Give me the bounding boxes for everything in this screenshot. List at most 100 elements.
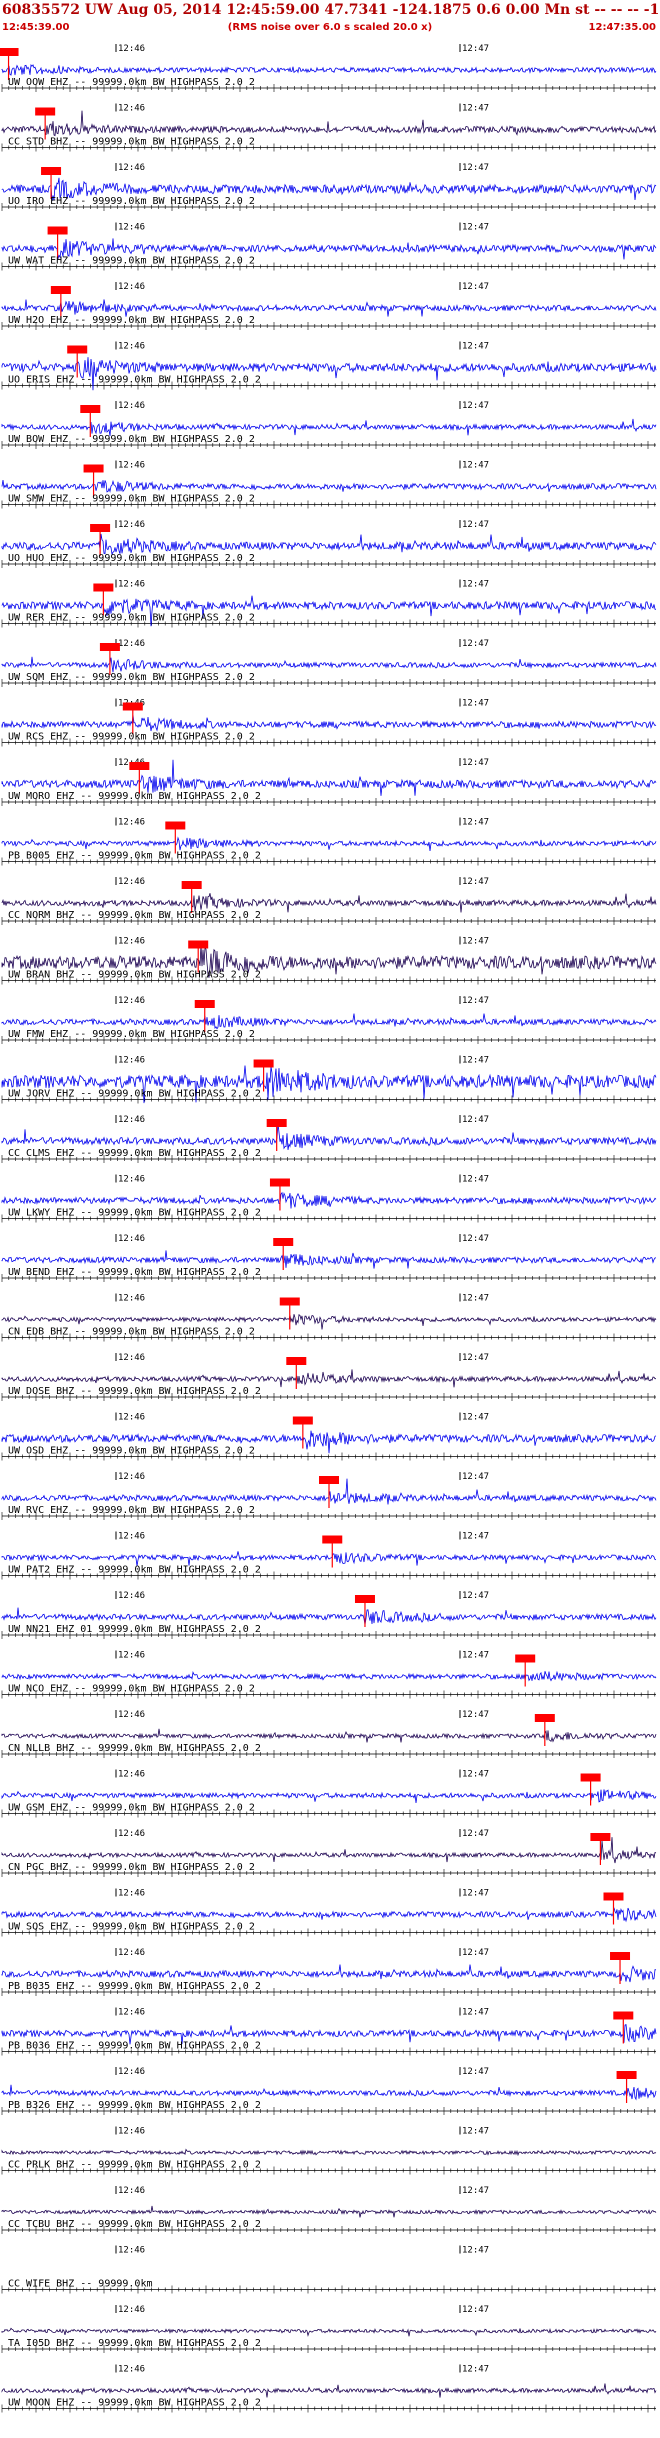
station-label: UW BEND EHZ -- 99999.0km BW HIGHPASS 2.0… [8, 1267, 261, 1278]
trace-row: 12:46 12:47 UW RVC EHZ -- 99999.0km BW HIG… [1, 1472, 657, 1520]
time-tick-label: 12:46 [118, 937, 145, 947]
waveform [1, 2148, 657, 2157]
time-tick-label: 12:47 [462, 1294, 489, 1304]
rms-note: (RMS noise over 6.0 s scaled 20.0 x) [227, 22, 433, 33]
station-label: CN NLLB BHZ -- 99999.0km BW HIGHPASS 2.0… [8, 1743, 261, 1754]
trace-row: 12:46 12:47 UW PAT2 EHZ -- 99999.0km BW HI… [1, 1531, 657, 1580]
station-label: UW NN21 EHZ 01 99999.0km BW HIGHPASS 2.0… [8, 1624, 261, 1635]
time-tick-label: 12:46 [118, 877, 145, 887]
station-label: UW LKWY EHZ -- 99999.0km BW HIGHPASS 2.0… [8, 1208, 261, 1219]
time-tick-label: 12:47 [462, 282, 489, 292]
waveform [1, 110, 657, 137]
time-tick-label: 12:47 [462, 1591, 489, 1601]
time-tick-label: 12:47 [462, 2305, 489, 2315]
trace-row: 12:46 12:47 UW H2O EHZ -- 99999.0km BW HIG… [1, 282, 657, 330]
end-time: 12:47:35.00 [588, 22, 656, 33]
time-tick-label: 12:46 [118, 1353, 145, 1363]
trace-row: 12:46 12:47 PB B036 EHZ -- 99999.0km BW HI… [1, 2007, 657, 2056]
trace-row: 12:46 12:47 UW SQM EHZ -- 99999.0km BW HIG… [1, 639, 657, 687]
time-tick-label: 12:47 [462, 461, 489, 471]
trace-row: 12:46 12:47 CC TCBU BHZ -- 99999.0km BW HI… [1, 2186, 657, 2234]
waveform [1, 1369, 656, 1388]
time-tick-label: 12:47 [462, 163, 489, 173]
station-label: PB B036 EHZ -- 99999.0km BW HIGHPASS 2.0… [8, 2041, 261, 2052]
waveform [1, 1907, 657, 1923]
station-label: CC TCBU BHZ -- 99999.0km BW HIGHPASS 2.0… [8, 2219, 261, 2230]
station-label: UW BOW EHZ -- 99999.0km BW HIGHPASS 2.0 … [8, 434, 255, 445]
time-tick-label: 12:46 [118, 580, 145, 590]
trace-row: 12:46 12:47 UW WAT EHZ -- 99999.0km BW HIG… [1, 222, 657, 271]
trace-row: 12:46 12:47 UW FMW EHZ -- 99999.0km BW HIG… [1, 996, 657, 1044]
time-tick-label: 12:46 [118, 520, 145, 530]
time-tick-label: 12:46 [118, 163, 145, 173]
station-label: UW SQS EHZ -- 99999.0km BW HIGHPASS 2.0 … [8, 1922, 255, 1933]
time-tick-label: 12:47 [462, 104, 489, 114]
station-label: CC WIFE BHZ -- 99999.0km [8, 2279, 153, 2290]
time-tick-label: 12:46 [118, 2305, 145, 2315]
waveform [1, 2383, 657, 2398]
time-tick-label: 12:46 [118, 223, 145, 233]
time-tick-label: 12:47 [462, 2365, 489, 2375]
event-title: 60835572 UW Aug 05, 2014 12:45:59.00 47.… [2, 2, 660, 18]
trace-row: 12:46 12:47 CC NORM BHZ -- 99999.0km BW HI… [1, 877, 657, 925]
time-tick-label: 12:46 [118, 1591, 145, 1601]
station-label: UW BRAN BHZ -- 99999.0km BW HIGHPASS 2.0… [8, 970, 261, 981]
time-tick-label: 12:47 [462, 2067, 489, 2077]
time-tick-label: 12:46 [118, 1948, 145, 1958]
trace-row: 12:46 12:47 UW LKWY EHZ -- 99999.0km BW HI… [1, 1174, 657, 1223]
waveform [1, 1837, 657, 1864]
station-label: UW NCO EHZ -- 99999.0km BW HIGHPASS 2.0 … [8, 1684, 255, 1695]
time-tick-label: 12:46 [118, 44, 145, 54]
station-label: UW MOON EHZ -- 99999.0km BW HIGHPASS 2.0… [8, 2398, 261, 2409]
time-tick-label: 12:47 [462, 1532, 489, 1542]
station-label: CC STD BHZ -- 99999.0km BW HIGHPASS 2.0 … [8, 137, 255, 148]
station-label: PB B326 EHZ -- 99999.0km BW HIGHPASS 2.0… [8, 2100, 261, 2111]
station-label: UW RCS EHZ -- 99999.0km BW HIGHPASS 2.0 … [8, 732, 255, 743]
trace-row: 12:46 12:47 CN EDB BHZ -- 99999.0km BW HIG… [1, 1293, 657, 1342]
trace-row: 12:46 12:47 PB B326 EHZ -- 99999.0km BW HI… [1, 2067, 657, 2115]
time-tick-label: 12:46 [118, 2008, 145, 2018]
trace-row: 12:46 12:47 UO ERIS EHZ -- 99999.0km BW HI… [1, 341, 657, 391]
time-tick-label: 12:46 [118, 401, 145, 411]
time-tick-label: 12:47 [462, 401, 489, 411]
trace-row: 12:46 12:47 UW JORV EHZ -- 99999.0km BW HI… [1, 1055, 657, 1104]
time-tick-label: 12:46 [118, 1234, 145, 1244]
waveform [1, 1607, 657, 1625]
station-label: UW SMW EHZ -- 99999.0km BW HIGHPASS 2.0 … [8, 494, 255, 505]
time-tick-label: 12:46 [118, 282, 145, 292]
trace-row: 12:46 12:47 UW MOON EHZ -- 99999.0km BW HI… [1, 2364, 657, 2413]
trace-row: 12:46 12:47 PB B035 EHZ -- 99999.0km BW HI… [1, 1948, 657, 1996]
trace-row: 12:4612:47UW RCS EHZ -- 99999.0km BW HIG… [1, 698, 657, 747]
trace-row: 12:46 12:47 UW NCO EHZ -- 99999.0km BW HIG… [1, 1650, 657, 1699]
station-label: PB B035 EHZ -- 99999.0km BW HIGHPASS 2.0… [8, 1981, 261, 1992]
station-label: UO ERIS EHZ -- 99999.0km BW HIGHPASS 2.0… [8, 375, 261, 386]
station-label: UW GSM EHZ -- 99999.0km BW HIGHPASS 2.0 … [8, 1803, 255, 1814]
trace-row: 12:46 12:47 CN NLLB BHZ -- 99999.0km BW HI… [1, 1710, 657, 1758]
time-tick-label: 12:46 [118, 1770, 145, 1780]
station-label: UW MORO EHZ -- 99999.0km BW HIGHPASS 2.0… [8, 791, 261, 802]
trace-row: 12:46 12:47 UW BEND EHZ -- 99999.0km BW HI… [1, 1234, 657, 1282]
time-tick-label: 12:47 [462, 1413, 489, 1423]
station-label: UW WAT EHZ -- 99999.0km BW HIGHPASS 2.0 … [8, 256, 255, 267]
waveform [1, 1728, 657, 1743]
waveform [1, 64, 657, 76]
time-tick-label: 12:47 [462, 758, 489, 768]
time-tick-label: 12:46 [118, 1413, 145, 1423]
time-tick-label: 12:47 [462, 1770, 489, 1780]
trace-row: 12:46 12:47 UW BOW EHZ -- 99999.0km BW HIG… [1, 401, 657, 449]
station-label: UO IRO EHZ -- 99999.0km BW HIGHPASS 2.0 … [8, 196, 255, 207]
time-tick-label: 12:47 [462, 699, 489, 709]
time-tick-label: 12:46 [118, 2127, 145, 2137]
time-tick-label: 12:47 [462, 877, 489, 887]
time-tick-label: 12:47 [462, 342, 489, 352]
time-tick-label: 12:46 [118, 1651, 145, 1661]
waveform [1, 656, 657, 673]
waveform [1, 1191, 657, 1209]
trace-row: 12:46 12:47 UO HUO EHZ -- 99999.0km BW HIG… [1, 520, 657, 568]
waveform [1, 2327, 657, 2337]
station-label: UW OOW EHZ -- 99999.0km BW HIGHPASS 2.0 … [8, 77, 255, 88]
time-tick-label: 12:47 [462, 639, 489, 649]
time-tick-label: 12:46 [118, 996, 145, 1006]
trace-row: 12:46 12:47 UW DOSE BHZ -- 99999.0km BW HI… [1, 1353, 656, 1401]
station-label: CC PRLK BHZ -- 99999.0km BW HIGHPASS 2.0… [8, 2160, 261, 2171]
